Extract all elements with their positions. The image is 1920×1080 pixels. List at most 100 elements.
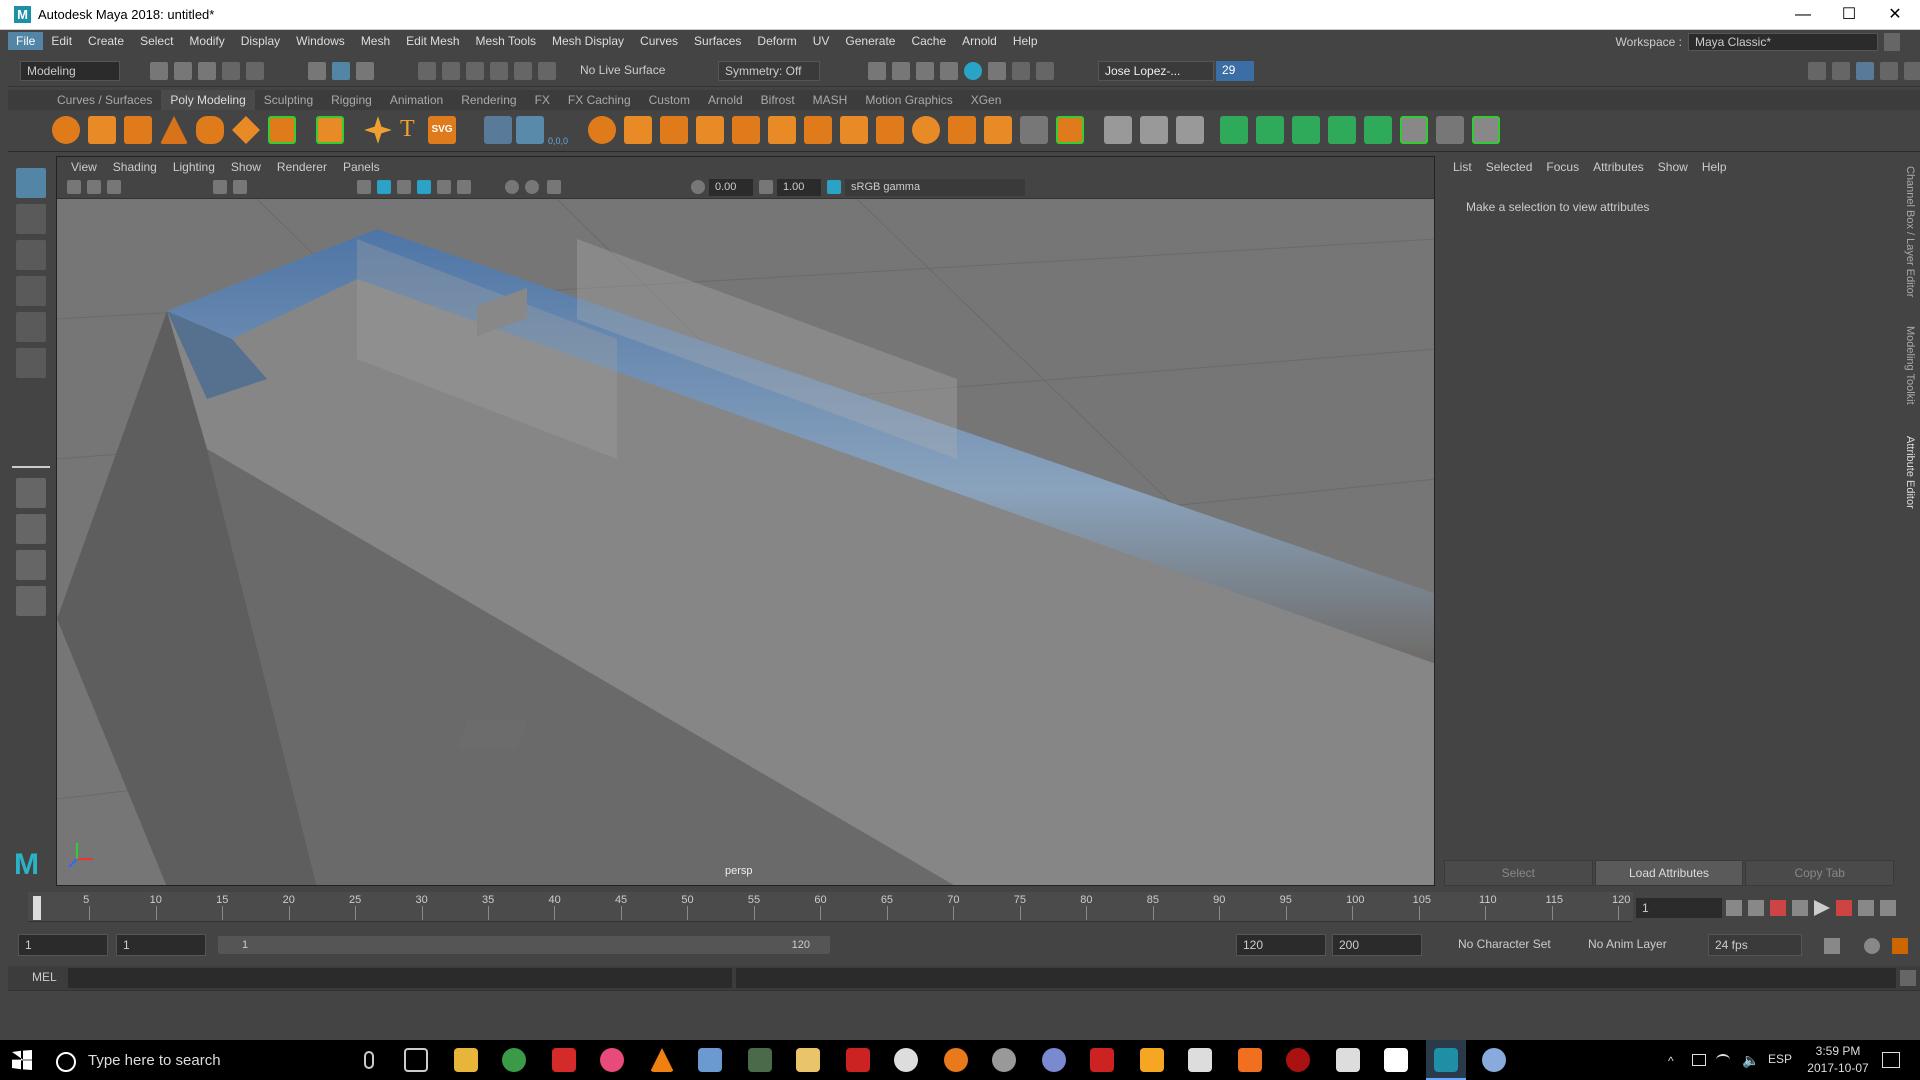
combine-icon[interactable] <box>484 116 512 144</box>
clock-time[interactable]: 3:59 PM <box>1808 1044 1868 1058</box>
ae-menu-selected[interactable]: Selected <box>1479 160 1540 174</box>
volume-icon[interactable]: 🔈 <box>1742 1052 1759 1069</box>
lock-icon[interactable] <box>1884 33 1900 51</box>
textured-icon[interactable] <box>417 180 431 194</box>
play-backward-icon[interactable] <box>1792 900 1808 916</box>
viewport-menu-lighting[interactable]: Lighting <box>165 160 223 174</box>
loop-icon[interactable] <box>1824 938 1840 954</box>
shelf-tab-bifrost[interactable]: Bifrost <box>751 90 804 110</box>
shelf-tab-sculpting[interactable]: Sculpting <box>254 90 323 110</box>
user-account-dropdown[interactable]: Jose Lopez-... <box>1098 61 1214 81</box>
poly-sphere-icon[interactable] <box>52 116 80 144</box>
gamma-icon[interactable] <box>759 180 773 194</box>
select-tool-icon[interactable] <box>16 168 46 198</box>
menu-select[interactable]: Select <box>132 32 181 50</box>
pause-viewport-icon[interactable] <box>1036 62 1054 80</box>
poke-icon[interactable] <box>948 116 976 144</box>
uv-unfold-icon[interactable] <box>1364 116 1392 144</box>
mirror-icon[interactable] <box>1056 116 1084 144</box>
battery-icon[interactable] <box>1692 1054 1706 1066</box>
paint-select-tool-icon[interactable] <box>16 240 46 270</box>
autodesk-app-icon[interactable] <box>846 1048 870 1072</box>
shelf-tab-xgen[interactable]: XGen <box>961 90 1011 110</box>
flag-app-icon[interactable] <box>1090 1048 1114 1072</box>
anim-prefs-icon[interactable] <box>1892 938 1908 954</box>
app-icon-22[interactable] <box>1482 1048 1506 1072</box>
time-ruler[interactable]: 5 10 15 20 25 30 35 40 45 50 55 60 65 70 75 80 85 90 95 100… <box>28 892 1633 922</box>
menu-help[interactable]: Help <box>1005 32 1046 50</box>
chrome-icon[interactable] <box>502 1048 526 1072</box>
rotate-tool-icon[interactable] <box>16 312 46 342</box>
snap-live-icon[interactable] <box>538 62 556 80</box>
select-component-icon[interactable] <box>356 62 374 80</box>
wireframe-on-shaded-icon[interactable] <box>397 180 411 194</box>
scene-view[interactable] <box>57 199 1435 886</box>
open-scene-icon[interactable] <box>174 62 192 80</box>
smooth-shade-icon[interactable] <box>377 180 391 194</box>
light-editor-icon[interactable] <box>1012 62 1030 80</box>
menu-deform[interactable]: Deform <box>749 32 804 50</box>
menuset-dropdown[interactable]: Modeling <box>20 61 120 81</box>
playback-end-field[interactable]: 120 <box>1236 934 1326 956</box>
multi-cut-icon[interactable] <box>732 116 760 144</box>
snap-view-icon[interactable] <box>514 62 532 80</box>
shelf-tab-arnold[interactable]: Arnold <box>698 90 752 110</box>
svg-tool-icon[interactable]: SVG <box>428 116 456 144</box>
menu-edit-mesh[interactable]: Edit Mesh <box>398 32 467 50</box>
wifi-icon[interactable] <box>1716 1054 1730 1066</box>
shelf-tab-animation[interactable]: Animation <box>380 90 453 110</box>
current-frame-field[interactable]: 1 <box>1636 898 1722 918</box>
menu-cache[interactable]: Cache <box>903 32 954 50</box>
ae-menu-list[interactable]: List <box>1446 160 1479 174</box>
uv-layout-icon[interactable] <box>1436 116 1464 144</box>
shelf-tab-mash[interactable]: MASH <box>803 90 857 110</box>
viewport-menu-view[interactable]: View <box>63 160 105 174</box>
menu-create[interactable]: Create <box>80 32 132 50</box>
poly-plane-icon[interactable] <box>232 116 260 144</box>
task-view-icon[interactable] <box>404 1048 428 1072</box>
anim-layer-dropdown[interactable]: No Anim Layer <box>1582 934 1692 956</box>
menu-display[interactable]: Display <box>233 32 288 50</box>
app-icon-13[interactable] <box>1042 1048 1066 1072</box>
step-back-frame-icon[interactable] <box>1770 900 1786 916</box>
viewport-menu-show[interactable]: Show <box>223 160 269 174</box>
character-set-dropdown[interactable]: No Character Set <box>1452 934 1572 956</box>
playback-start-field[interactable]: 1 <box>116 934 206 956</box>
menu-mesh[interactable]: Mesh <box>353 32 398 50</box>
menu-arnold[interactable]: Arnold <box>954 32 1005 50</box>
shelf-tab-custom[interactable]: Custom <box>639 90 699 110</box>
itunes-icon[interactable] <box>600 1048 624 1072</box>
modeling-toolkit-toggle-icon[interactable] <box>1808 62 1826 80</box>
fill-hole-icon[interactable] <box>876 116 904 144</box>
maximize-button[interactable]: ☐ <box>1826 0 1872 30</box>
shelf-tab-fx[interactable]: FX <box>525 90 559 110</box>
new-scene-icon[interactable] <box>150 62 168 80</box>
uv-planar-icon[interactable] <box>1220 116 1248 144</box>
hypershade-icon[interactable] <box>964 62 982 80</box>
go-to-start-icon[interactable] <box>1726 900 1742 916</box>
move-tool-icon[interactable] <box>16 276 46 306</box>
menu-mesh-display[interactable]: Mesh Display <box>544 32 632 50</box>
ae-copy-tab-button[interactable]: Copy Tab <box>1745 860 1895 886</box>
shelf-tab-fx-caching[interactable]: FX Caching <box>558 90 640 110</box>
minimize-button[interactable]: — <box>1780 0 1826 30</box>
platonic-solid-icon[interactable] <box>316 116 344 144</box>
clock-date[interactable]: 2017-10-07 <box>1800 1061 1876 1075</box>
go-to-end-icon[interactable] <box>1880 900 1896 916</box>
blender-icon[interactable] <box>944 1048 968 1072</box>
viewport-menu-panels[interactable]: Panels <box>335 160 388 174</box>
shelf-tab-curves-surfaces[interactable]: Curves / Surfaces <box>48 90 162 110</box>
lights-icon[interactable] <box>457 180 471 194</box>
ae-menu-show[interactable]: Show <box>1651 160 1695 174</box>
command-language-label[interactable]: MEL <box>32 970 57 984</box>
acrobat-icon[interactable] <box>552 1048 576 1072</box>
snap-grid-icon[interactable] <box>418 62 436 80</box>
viewport-menu-renderer[interactable]: Renderer <box>269 160 335 174</box>
ae-menu-focus[interactable]: Focus <box>1539 160 1586 174</box>
app-icon-12[interactable] <box>992 1048 1016 1072</box>
circularize-icon[interactable] <box>1020 116 1048 144</box>
poly-cube-icon[interactable] <box>88 116 116 144</box>
command-input[interactable] <box>68 968 732 988</box>
uv-cut-sew-icon[interactable] <box>1472 116 1500 144</box>
view-transform-dropdown[interactable]: sRGB gamma <box>845 179 1025 196</box>
